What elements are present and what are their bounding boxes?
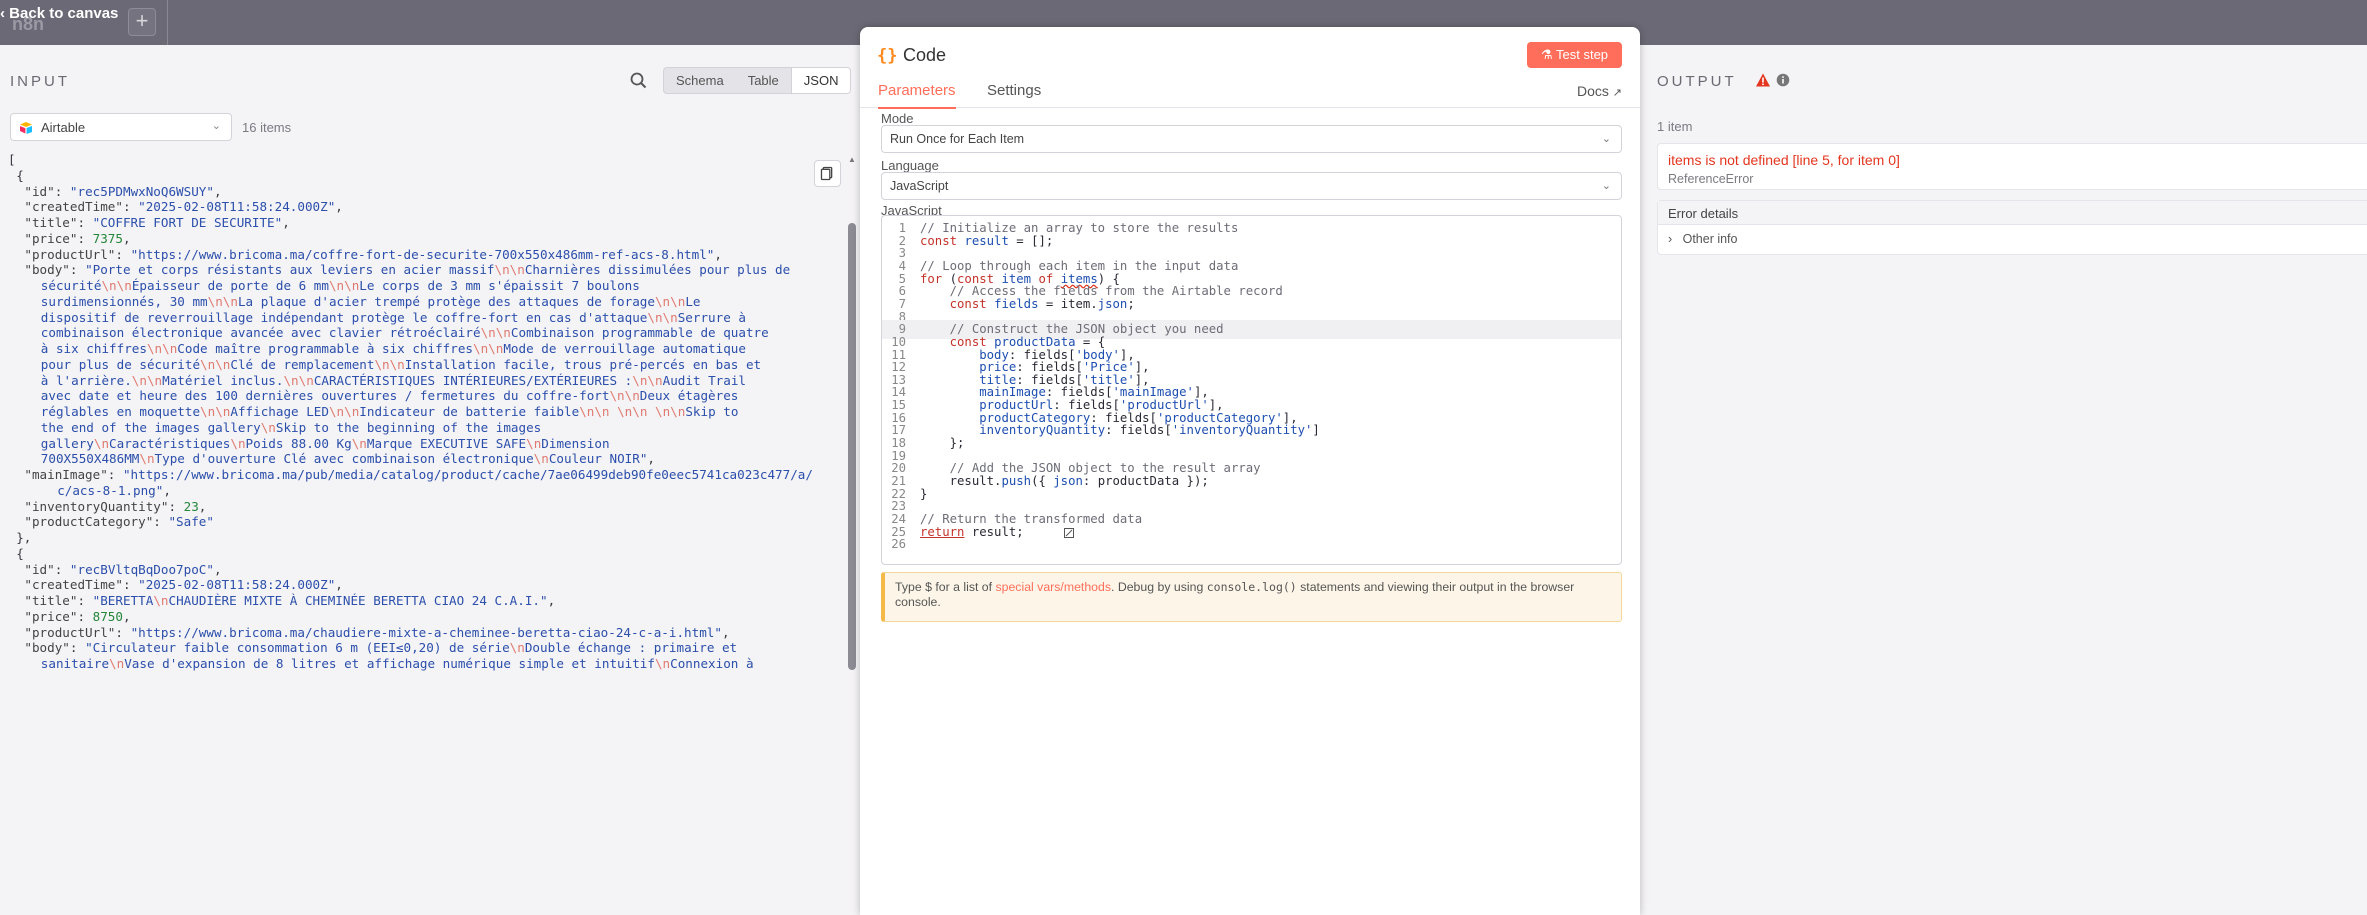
language-select-value: JavaScript <box>890 179 949 193</box>
error-details-title: Error details <box>1668 206 1739 221</box>
chevron-down-icon: ⌄ <box>1601 180 1611 192</box>
tab-settings[interactable]: Settings <box>987 82 1041 107</box>
docs-link[interactable]: Docs ↗ <box>1577 83 1622 99</box>
json-line: "createdTime": "2025-02-08T11:58:24.000Z… <box>24 577 343 593</box>
docs-label: Docs <box>1576 83 1609 99</box>
node-title[interactable]: Code <box>903 45 946 66</box>
input-node-select[interactable]: Airtable ⌄ <box>10 113 232 141</box>
json-viewer[interactable]: [{"id": "rec5PDMwxNoQ6WSUY", "createdTime… <box>0 150 845 915</box>
json-line: "productCategory": "Safe" <box>24 514 214 530</box>
error-type: ReferenceError <box>1668 172 1754 186</box>
back-arrow-icon: ‹ <box>0 5 10 22</box>
mode-label: Mode <box>881 111 914 126</box>
view-switcher: Schema Table JSON <box>663 67 852 94</box>
json-line: 700X550X486MM\nType d'ouverture Clé avec… <box>40 451 655 467</box>
copy-icon <box>820 166 833 181</box>
chevron-right-icon: › <box>1668 232 1673 246</box>
input-items-count: 16 items <box>242 120 292 135</box>
scroll-up-arrow-icon[interactable]: ▲ <box>846 155 858 164</box>
json-line: pour plus de sécurité\n\nClé de remplace… <box>40 356 762 372</box>
input-panel: INPUT Schema Table JSON Airtable ⌄ 16 it… <box>0 45 860 915</box>
hint-code: console.log() <box>1206 580 1297 594</box>
error-card: items is not defined [line 5, for item 0… <box>1657 143 2367 190</box>
test-step-button[interactable]: ⚗ Test step <box>1527 42 1622 68</box>
code-editor[interactable]: 1// Initialize an array to store the res… <box>881 215 1622 565</box>
info-icon[interactable] <box>1776 73 1790 87</box>
json-line: "mainImage": "https://www.bricoma.ma/pub… <box>24 467 813 482</box>
code-braces-icon: {} <box>877 46 898 66</box>
output-items-count: 1 item <box>1657 119 1693 134</box>
json-line: réglables en moquette\n\nAffichage LED\n… <box>40 404 739 419</box>
chevron-down-icon: ⌄ <box>211 120 221 132</box>
warning-icon <box>1756 73 1770 87</box>
chevron-down-icon: ⌄ <box>1601 133 1611 145</box>
add-tab-button[interactable]: + <box>128 8 156 36</box>
json-line: "id": "recBVltqBqDoo7poC", <box>24 561 222 577</box>
hint-text: Type $ for a list of <box>895 580 996 594</box>
back-to-canvas-label: Back to canvas <box>9 5 119 22</box>
code-node-panel: {} Code ⚗ Test step Parameters Settings … <box>860 27 1640 915</box>
error-details-card: Error details › Other info <box>1657 200 2367 255</box>
json-line: "price": 7375, <box>24 230 131 246</box>
tab-parameters[interactable]: Parameters <box>878 82 956 109</box>
error-details-header: Error details <box>1658 201 2367 225</box>
flask-icon: ⚗ <box>1540 47 1553 62</box>
json-line: "price": 8750, <box>24 608 131 624</box>
other-info-toggle[interactable]: › Other info <box>1668 232 1737 246</box>
view-schema-button[interactable]: Schema <box>664 68 736 93</box>
test-step-label: Test step <box>1556 47 1609 62</box>
editor-resize-icon[interactable] <box>1064 528 1074 538</box>
json-line: à l'arrière.\n\nMatériel inclus.\n\nCARA… <box>40 372 747 388</box>
json-line: [ <box>8 152 16 167</box>
output-panel: OUTPUT 1 item items is not defined [line… <box>1640 45 2367 915</box>
language-label: Language <box>881 158 939 173</box>
error-title: items is not defined [line 5, for item 0… <box>1668 152 1900 168</box>
special-vars-link[interactable]: special vars/methods <box>995 580 1111 594</box>
input-node-select-value: Airtable <box>41 120 86 135</box>
other-info-label: Other info <box>1682 232 1738 246</box>
json-line: "body": "Circulateur faible consommation… <box>24 640 738 656</box>
json-line: "productUrl": "https://www.bricoma.ma/ch… <box>24 624 730 640</box>
view-json-button[interactable]: JSON <box>790 68 851 93</box>
json-line: surdimensionnés, 30 mm\n\nLa plaque d'ac… <box>40 293 701 309</box>
airtable-icon <box>20 122 32 134</box>
mode-select[interactable]: Run Once for Each Item ⌄ <box>881 125 1622 153</box>
output-panel-title: OUTPUT <box>1657 73 1737 90</box>
json-line: "body": "Porte et corps résistants aux l… <box>24 262 791 278</box>
json-line: gallery\nCaractéristiques\nPoids 88.00 K… <box>40 435 610 451</box>
language-select[interactable]: JavaScript ⌄ <box>881 172 1622 200</box>
json-line: sécurité\n\nÉpaisseur de porte de 6 mm\n… <box>40 278 640 293</box>
mode-select-value: Run Once for Each Item <box>890 132 1025 146</box>
json-scrollbar-thumb[interactable] <box>848 223 856 670</box>
json-line: avec date et heure des 100 dernières ouv… <box>40 388 739 404</box>
external-link-icon: ↗ <box>1612 87 1622 99</box>
json-line: "createdTime": "2025-02-08T11:58:24.000Z… <box>24 199 343 215</box>
json-line: combinaison électronique avancée avec cl… <box>40 325 769 341</box>
json-line: { <box>16 167 24 183</box>
node-tabs: Parameters Settings <box>860 78 1640 109</box>
json-line: "title": "BERETTA\nCHAUDIÈRE MIXTE À CHE… <box>24 593 556 608</box>
json-line: the end of the images gallery\nSkip to t… <box>40 419 542 435</box>
search-icon[interactable] <box>628 70 650 92</box>
json-line: "title": "COFFRE FORT DE SECURITE", <box>24 215 290 230</box>
back-to-canvas-button[interactable]: ‹ Back to canvas <box>0 5 118 22</box>
json-line: "inventoryQuantity": 23, <box>24 498 207 514</box>
json-line: }, <box>16 530 32 545</box>
line-number: 26 <box>891 537 906 552</box>
hint-text: . Debug by using <box>1111 580 1207 594</box>
json-line: dispositif de reverrouillage indépendant… <box>40 309 746 325</box>
code-line: 26 <box>882 535 1621 554</box>
view-table-button[interactable]: Table <box>736 68 791 93</box>
json-line: c/acs-8-1.png", <box>57 482 171 498</box>
json-line: sanitaire\nVase d'expansion de 8 litres … <box>40 656 754 671</box>
json-line: à six chiffres\n\nCode maître programmab… <box>40 341 746 356</box>
json-line: "productUrl": "https://www.bricoma.ma/co… <box>24 246 722 262</box>
divider <box>167 0 168 45</box>
input-panel-title: INPUT <box>10 73 70 90</box>
copy-button[interactable] <box>814 160 841 187</box>
json-line: { <box>16 545 24 561</box>
json-line: "id": "rec5PDMwxNoQ6WSUY", <box>24 183 222 199</box>
hint-callout: Type $ for a list of special vars/method… <box>881 572 1622 622</box>
